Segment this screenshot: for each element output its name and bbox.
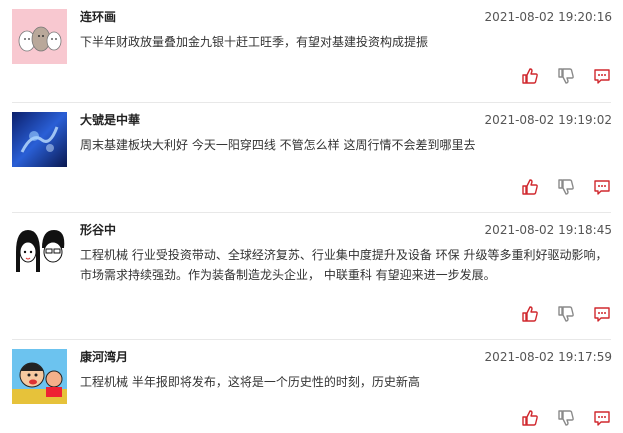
comment-text-line: 工程机械 行业受投资带动、全球经济复苏、行业集中度提升及设备 环保 升级等多重利… (80, 248, 608, 262)
timestamp: 2021-08-02 19:17:59 (484, 350, 612, 364)
comment-actions (521, 409, 611, 427)
timestamp: 2021-08-02 19:18:45 (484, 223, 612, 237)
avatar[interactable] (12, 349, 67, 404)
thumbs-up-icon[interactable] (521, 67, 539, 85)
comment-list: 连环画 2021-08-02 19:20:16 下半年财政放量叠加金九银十赶工旺… (0, 0, 623, 433)
comment-text-line: 市场需求持续强劲。作为装备制造龙头企业， 中联重科 有望迎来进一步发展。 (80, 268, 496, 282)
comment-text: 工程机械 行业受投资带动、全球经济复苏、行业集中度提升及设备 环保 升级等多重利… (80, 245, 610, 285)
comment-text: 下半年财政放量叠加金九银十赶工旺季，有望对基建投资构成提振 (80, 35, 429, 49)
comment-item: 大號是中華 2021-08-02 19:19:02 周末基建板块大利好 今天一阳… (0, 103, 623, 213)
thumbs-down-icon[interactable] (557, 67, 575, 85)
comment-actions (521, 178, 611, 196)
thumbs-down-icon[interactable] (557, 178, 575, 196)
thumbs-down-icon[interactable] (557, 305, 575, 323)
comment-text: 周末基建板块大利好 今天一阳穿四线 不管怎么样 这周行情不会差到哪里去 (80, 138, 476, 152)
username[interactable]: 康河湾月 (80, 349, 128, 365)
avatar[interactable] (12, 222, 67, 277)
comment-item: 康河湾月 2021-08-02 19:17:59 工程机械 半年报即将发布，这将… (0, 340, 623, 433)
avatar[interactable] (12, 9, 67, 64)
username[interactable]: 连环画 (80, 9, 116, 25)
comment-item: 连环画 2021-08-02 19:20:16 下半年财政放量叠加金九银十赶工旺… (0, 0, 623, 102)
thumbs-down-icon[interactable] (557, 409, 575, 427)
thumbs-up-icon[interactable] (521, 178, 539, 196)
comment-icon[interactable] (593, 305, 611, 323)
comment-item: 形谷中 2021-08-02 19:18:45 工程机械 行业受投资带动、全球经… (0, 213, 623, 340)
comment-icon[interactable] (593, 178, 611, 196)
avatar[interactable] (12, 112, 67, 167)
thumbs-up-icon[interactable] (521, 409, 539, 427)
username[interactable]: 形谷中 (80, 222, 116, 238)
comment-text: 工程机械 半年报即将发布，这将是一个历史性的时刻，历史新高 (80, 375, 420, 389)
comment-icon[interactable] (593, 409, 611, 427)
thumbs-up-icon[interactable] (521, 305, 539, 323)
comment-actions (521, 305, 611, 323)
timestamp: 2021-08-02 19:19:02 (484, 113, 612, 127)
comment-icon[interactable] (593, 67, 611, 85)
timestamp: 2021-08-02 19:20:16 (484, 10, 612, 24)
username[interactable]: 大號是中華 (80, 112, 140, 128)
comment-actions (521, 67, 611, 85)
